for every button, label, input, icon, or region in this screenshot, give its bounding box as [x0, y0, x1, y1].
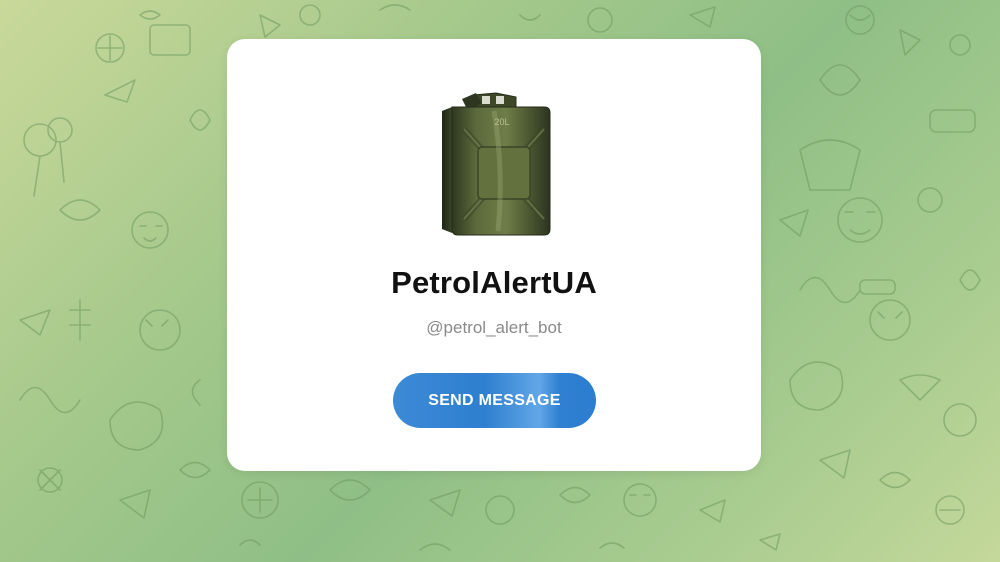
- bot-username: @petrol_alert_bot: [426, 318, 562, 337]
- bot-profile-card: 20L PetrolAlertUA @petrol_alert_bot SEND…: [227, 39, 761, 471]
- bot-name: PetrolAlertUA: [391, 265, 597, 300]
- jerrycan-icon: 20L: [442, 92, 551, 236]
- svg-text:20L: 20L: [494, 117, 509, 127]
- send-message-button[interactable]: SEND MESSAGE: [393, 373, 596, 428]
